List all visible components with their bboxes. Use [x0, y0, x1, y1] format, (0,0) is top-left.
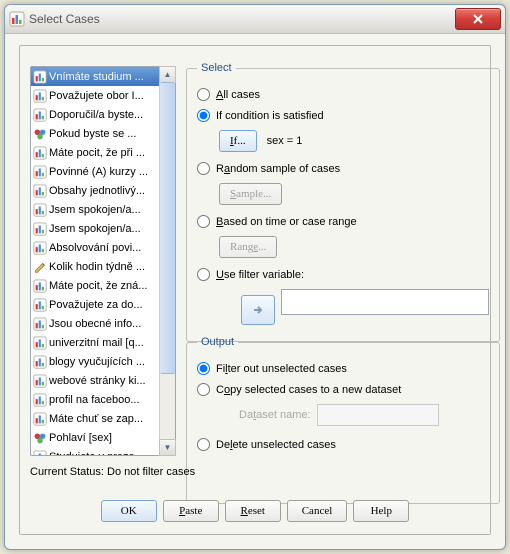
list-item-label: Povinné (A) kurzy ...: [49, 166, 148, 178]
list-item-label: Pokud byste se ...: [49, 128, 136, 140]
list-item[interactable]: Pokud byste se ...: [31, 124, 159, 143]
output-legend: Output: [197, 336, 238, 348]
if-button[interactable]: If...: [219, 130, 257, 152]
reset-button[interactable]: Reset: [225, 500, 281, 522]
list-item[interactable]: Obsahy jednotlivý...: [31, 181, 159, 200]
scroll-thumb[interactable]: [160, 82, 175, 374]
opt-range[interactable]: Based on time or case range: [197, 215, 489, 228]
variable-list[interactable]: Vnímáte studium ... Považujete obor I... D…: [30, 66, 176, 456]
list-item[interactable]: Povinné (A) kurzy ...: [31, 162, 159, 181]
select-legend: Select: [197, 62, 236, 74]
list-item-label: Vnímáte studium ...: [49, 71, 144, 83]
output-group: Output Filter out unselected cases Copy …: [186, 336, 500, 504]
opt-out-filter[interactable]: Filter out unselected cases: [197, 362, 489, 375]
list-item[interactable]: profil na faceboo...: [31, 390, 159, 409]
list-item[interactable]: Vnímáte studium ...: [31, 67, 159, 86]
list-item[interactable]: Jsou obecné info...: [31, 314, 159, 333]
list-item[interactable]: webové stránky ki...: [31, 371, 159, 390]
list-item[interactable]: Studujete v preze...: [31, 447, 159, 455]
radio-random[interactable]: [197, 162, 210, 175]
list-item-label: Jsem spokojen/a...: [49, 223, 141, 235]
scroll-down-icon[interactable]: ▼: [159, 439, 176, 456]
list-item-label: Jsem spokojen/a...: [49, 204, 141, 216]
list-item-label: Považujete za do...: [49, 299, 143, 311]
list-item-label: Jsou obecné info...: [49, 318, 141, 330]
opt-if[interactable]: If condition is satisfied: [197, 109, 489, 122]
list-item-label: univerzitní mail [q...: [49, 337, 144, 349]
help-button[interactable]: Help: [353, 500, 409, 522]
dataset-name-field: [317, 404, 439, 426]
list-item[interactable]: Absolvování povi...: [31, 238, 159, 257]
cancel-button[interactable]: Cancel: [287, 500, 348, 522]
dialog-body: Vnímáte studium ... Považujete obor I... D…: [19, 45, 491, 535]
list-item[interactable]: Máte pocit, že zná...: [31, 276, 159, 295]
filter-variable-field[interactable]: [281, 289, 489, 315]
list-item-label: Pohlaví [sex]: [49, 432, 112, 444]
list-item-label: Studujete v preze...: [49, 451, 144, 456]
titlebar[interactable]: Select Cases: [5, 5, 505, 34]
close-icon: [472, 14, 484, 24]
list-item-label: profil na faceboo...: [49, 394, 140, 406]
paste-button[interactable]: Paste: [163, 500, 219, 522]
arrow-right-icon: [251, 303, 265, 317]
list-item[interactable]: Jsem spokojen/a...: [31, 200, 159, 219]
button-bar: OK Paste Reset Cancel Help: [20, 500, 490, 522]
list-item-label: Máte pocit, že zná...: [49, 280, 147, 292]
list-item-label: Doporučil/a byste...: [49, 109, 143, 121]
list-item-label: Kolik hodin týdně ...: [49, 261, 145, 273]
opt-out-delete[interactable]: Delete unselected cases: [197, 438, 489, 451]
list-item[interactable]: Pohlaví [sex]: [31, 428, 159, 447]
list-item[interactable]: univerzitní mail [q...: [31, 333, 159, 352]
list-item[interactable]: Jsem spokojen/a...: [31, 219, 159, 238]
opt-filter[interactable]: Use filter variable:: [197, 268, 489, 281]
scroll-up-icon[interactable]: ▲: [159, 66, 176, 83]
ok-button[interactable]: OK: [101, 500, 157, 522]
list-item[interactable]: Máte chuť se zap...: [31, 409, 159, 428]
list-item[interactable]: blogy vyučujících ...: [31, 352, 159, 371]
opt-out-copy[interactable]: Copy selected cases to a new dataset: [197, 383, 489, 396]
radio-out-copy[interactable]: [197, 383, 210, 396]
list-item[interactable]: Doporučil/a byste...: [31, 105, 159, 124]
radio-all[interactable]: [197, 88, 210, 101]
list-item[interactable]: Považujete obor I...: [31, 86, 159, 105]
scrollbar[interactable]: ▲ ▼: [159, 67, 175, 455]
opt-random[interactable]: Random sample of cases: [197, 162, 489, 175]
move-variable-button[interactable]: [241, 295, 275, 325]
range-button: Range...: [219, 236, 277, 258]
radio-out-delete[interactable]: [197, 438, 210, 451]
list-item[interactable]: Kolik hodin týdně ...: [31, 257, 159, 276]
radio-if[interactable]: [197, 109, 210, 122]
list-item-label: Absolvování povi...: [49, 242, 141, 254]
status-text: Current Status: Do not filter cases: [30, 466, 195, 478]
list-item-label: Obsahy jednotlivý...: [49, 185, 145, 197]
list-item[interactable]: Máte pocit, že při ...: [31, 143, 159, 162]
select-group: Select All cases If condition is satisfi…: [186, 62, 500, 342]
sample-button: Sample...: [219, 183, 282, 205]
select-cases-dialog: Select Cases Vnímáte studium ... Považuje…: [4, 4, 506, 550]
list-item-label: Máte chuť se zap...: [49, 413, 143, 425]
close-button[interactable]: [455, 8, 501, 30]
opt-all[interactable]: All cases: [197, 88, 489, 101]
lbl-if: If condition is satisfied: [216, 110, 324, 122]
radio-range[interactable]: [197, 215, 210, 228]
lbl-all: ll cases: [223, 89, 260, 101]
list-item-label: blogy vyučujících ...: [49, 356, 145, 368]
condition-text: sex = 1: [267, 135, 303, 147]
bars-icon: [9, 11, 25, 27]
dataset-name-label: Dataset name:: [239, 409, 311, 421]
list-item-label: Považujete obor I...: [49, 90, 144, 102]
list-item[interactable]: Považujete za do...: [31, 295, 159, 314]
radio-out-filter[interactable]: [197, 362, 210, 375]
list-item-label: Máte pocit, že při ...: [49, 147, 145, 159]
list-item-label: webové stránky ki...: [49, 375, 146, 387]
dialog-title: Select Cases: [29, 12, 455, 26]
radio-filter[interactable]: [197, 268, 210, 281]
